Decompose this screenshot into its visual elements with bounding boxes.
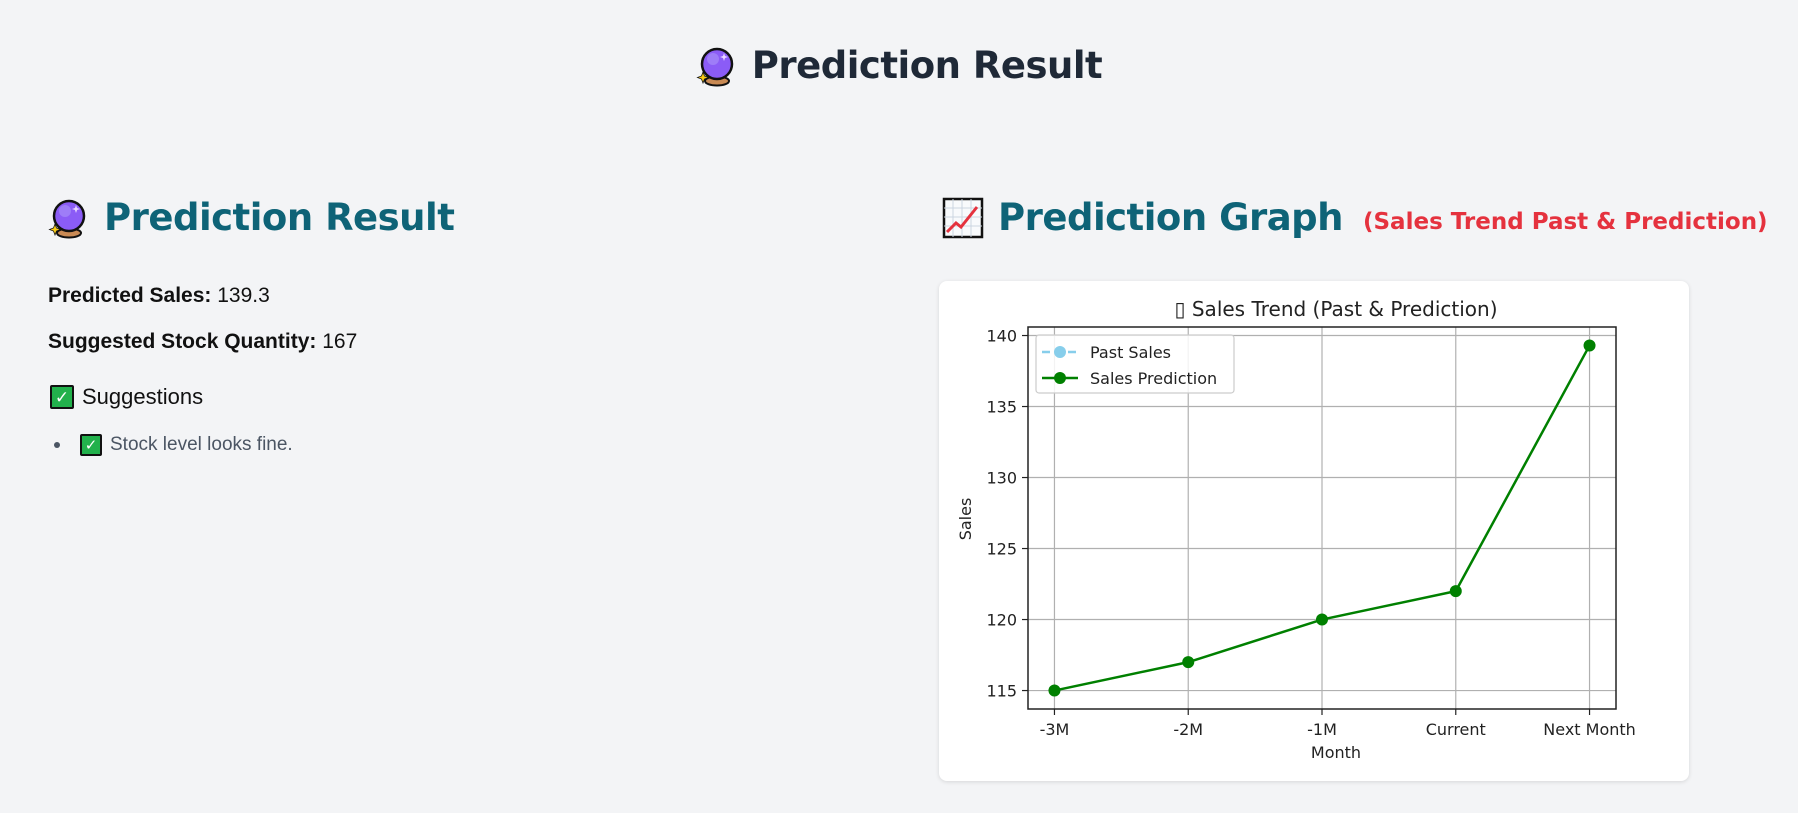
suggestions-title: Suggestions (82, 384, 204, 409)
page-title: Prediction Result (751, 44, 1103, 87)
x-tick-label: -3M (1040, 720, 1070, 739)
crystal-ball-icon (696, 47, 734, 86)
list-item: ✓ Stock level looks fine. (48, 434, 293, 456)
y-tick-label: 140 (986, 327, 1017, 346)
predicted-sales: Predicted Sales: 139.3 (48, 284, 270, 308)
crystal-ball-icon (48, 199, 86, 238)
result-section-title: Prediction Result (48, 196, 868, 239)
data-point (1316, 613, 1328, 626)
y-tick-label: 120 (986, 611, 1017, 630)
y-axis-label: Sales (956, 498, 975, 541)
legend-label: Past Sales (1090, 343, 1171, 362)
legend-label: Sales Prediction (1090, 369, 1217, 388)
data-point (1449, 585, 1462, 598)
page-header: Prediction Result (0, 44, 1798, 87)
x-tick-label: -2M (1173, 720, 1203, 739)
suggested-stock: Suggested Stock Quantity: 167 (48, 330, 357, 354)
result-panel: Prediction Result Predicted Sales: 139.3… (48, 196, 868, 456)
chart-legend: Past Sales Sales Prediction (1035, 334, 1235, 394)
bullet-icon (54, 442, 60, 448)
chart-card: ▯ Sales Trend (Past & Prediction) 115 120… (939, 281, 1689, 781)
legend-marker (1054, 346, 1066, 358)
result-title: Prediction Result (104, 196, 455, 239)
graph-title: Prediction Graph (998, 196, 1343, 239)
suggested-stock-label: Suggested Stock Quantity: (48, 330, 317, 353)
y-tick-label: 125 (986, 540, 1017, 559)
check-mark-icon: ✓ (80, 434, 102, 456)
x-tick-label: -1M (1307, 720, 1337, 739)
chart-increasing-icon (942, 197, 984, 238)
graph-section-title: Prediction Graph (Sales Trend Past & Pre… (942, 196, 1768, 239)
x-tick-label: Current (1426, 720, 1486, 739)
predicted-sales-value: 139.3 (217, 284, 270, 307)
sales-trend-chart: ▯ Sales Trend (Past & Prediction) 115 120… (956, 297, 1636, 762)
y-tick-label: 130 (986, 469, 1017, 488)
x-axis-label: Month (1311, 743, 1361, 762)
graph-subtitle: (Sales Trend Past & Prediction) (1362, 208, 1768, 235)
check-mark-icon: ✓ (50, 385, 74, 409)
suggested-stock-value: 167 (322, 330, 358, 353)
predicted-sales-label: Predicted Sales: (48, 284, 212, 307)
legend-marker (1054, 372, 1066, 384)
data-point (1048, 684, 1061, 697)
suggestions-list: ✓ Stock level looks fine. (48, 434, 293, 456)
suggestions-heading: ✓ Suggestions (50, 384, 203, 410)
chart-title: ▯ Sales Trend (Past & Prediction) (1175, 297, 1498, 321)
y-tick-label: 115 (986, 682, 1017, 701)
data-point (1182, 656, 1195, 669)
suggestion-text: Stock level looks fine. (110, 434, 293, 455)
x-tick-label: Next Month (1543, 720, 1636, 739)
data-point (1583, 339, 1596, 352)
y-tick-label: 135 (986, 398, 1017, 417)
